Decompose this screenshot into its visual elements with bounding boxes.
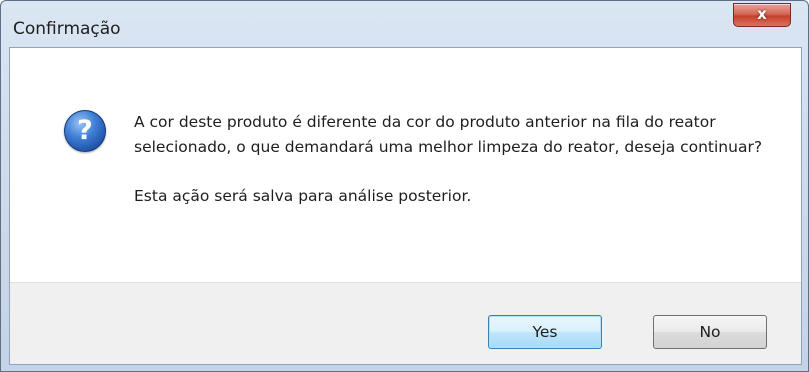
message-text: A cor deste produto é diferente da cor d… bbox=[134, 113, 763, 156]
window-title: Confirmação bbox=[13, 19, 121, 39]
question-icon: ? bbox=[64, 110, 106, 152]
dialog-content: ? A cor deste produto é diferente da cor… bbox=[10, 48, 801, 282]
dialog-client-area: ? A cor deste produto é diferente da cor… bbox=[9, 47, 802, 365]
button-bar: Yes No bbox=[10, 282, 801, 364]
title-bar[interactable]: Confirmação x bbox=[1, 1, 808, 47]
dialog-message: A cor deste produto é diferente da cor d… bbox=[134, 110, 774, 209]
yes-button[interactable]: Yes bbox=[488, 315, 602, 349]
message-note: Esta ação será salva para análise poster… bbox=[134, 187, 472, 205]
no-button[interactable]: No bbox=[653, 315, 767, 349]
close-icon: x bbox=[757, 5, 767, 23]
question-mark-glyph: ? bbox=[77, 115, 93, 146]
confirmation-dialog-window: Confirmação x ? A cor deste produto é di… bbox=[0, 0, 809, 372]
close-button[interactable]: x bbox=[733, 3, 791, 27]
